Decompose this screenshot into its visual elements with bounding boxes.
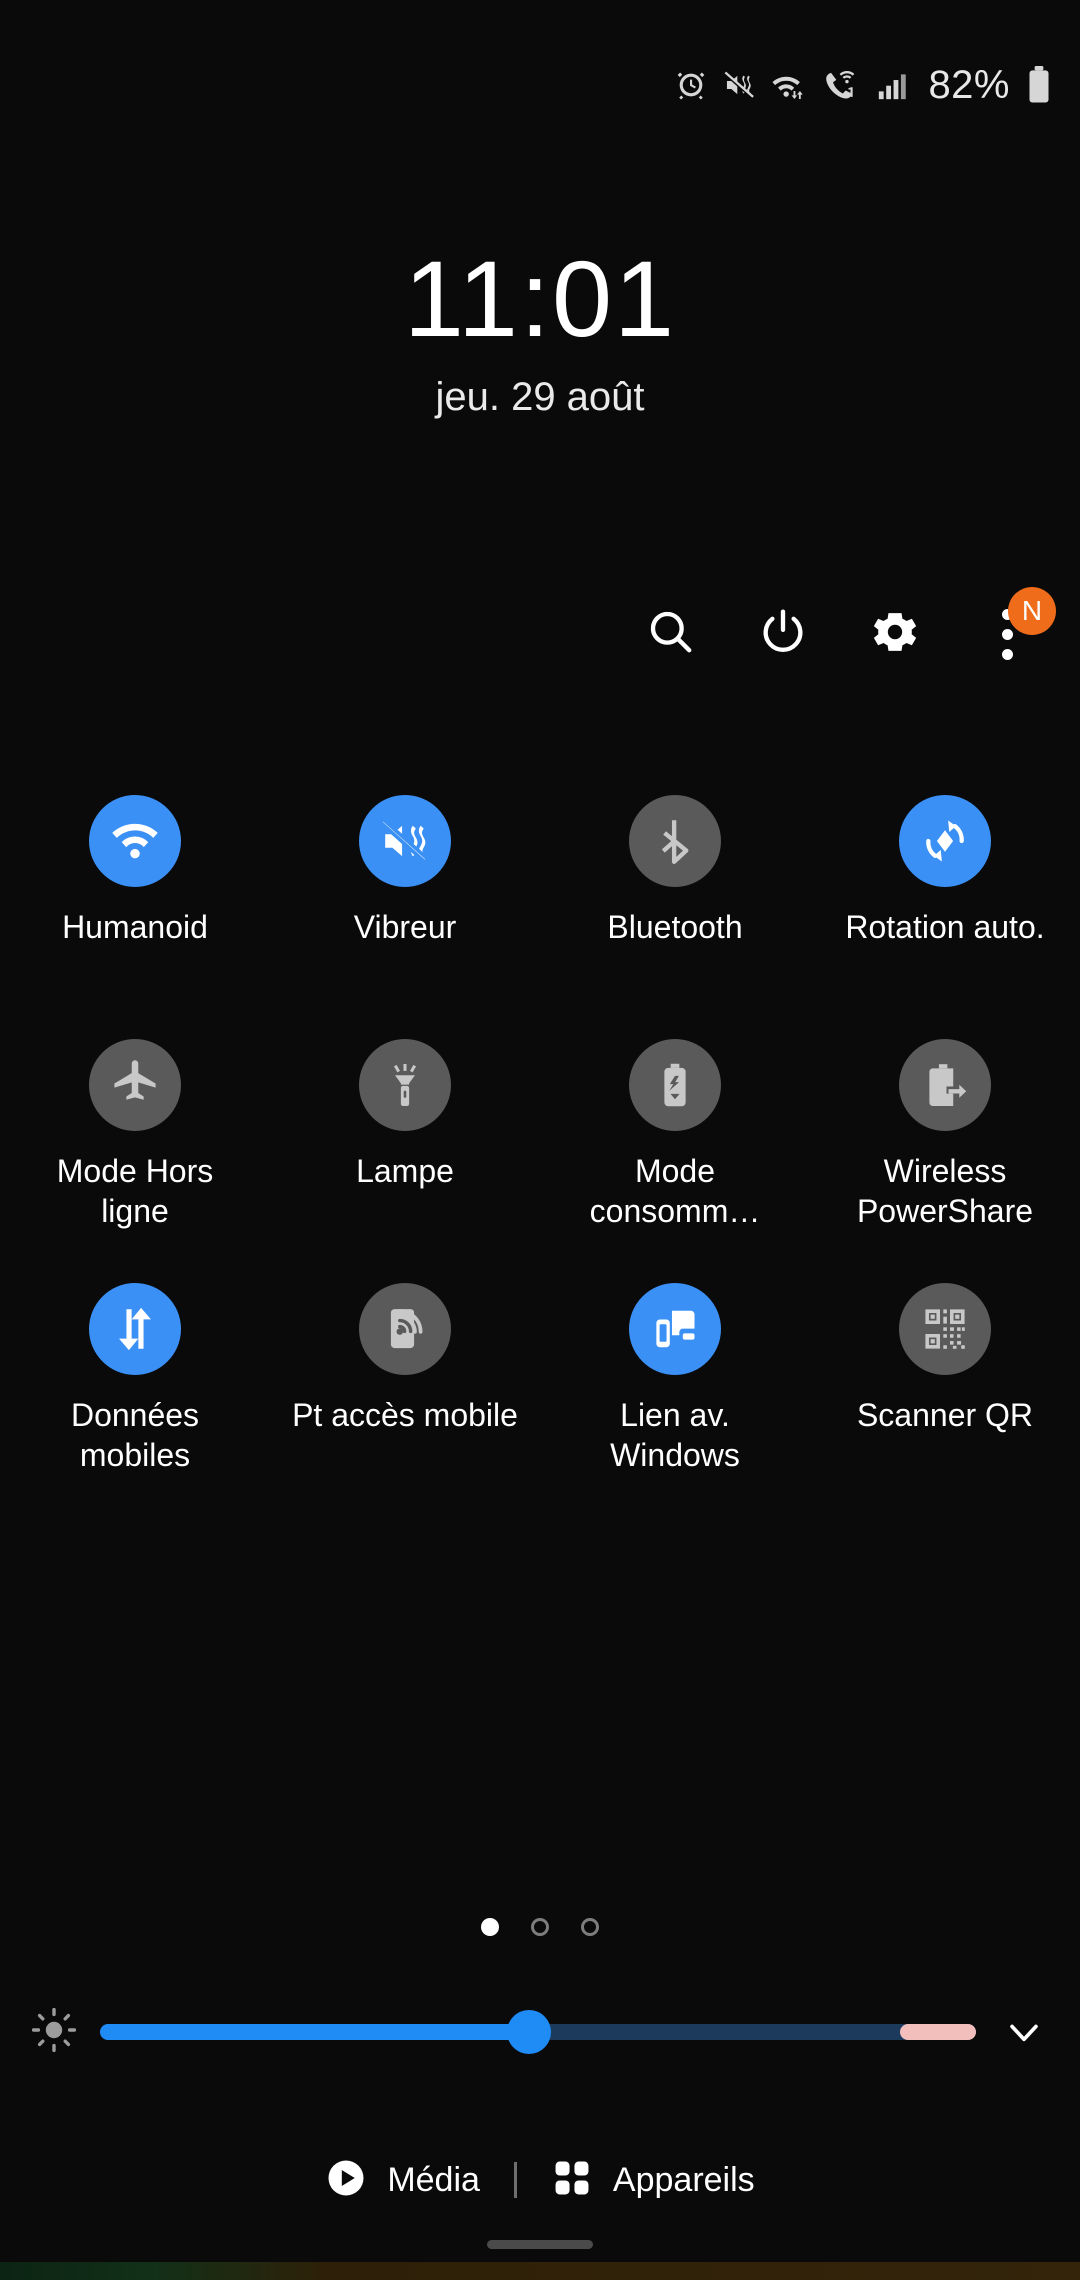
media-button[interactable]: Média bbox=[325, 2157, 480, 2204]
page-dot-3[interactable] bbox=[581, 1918, 599, 1936]
quick-settings-panel: 82% 11:01 jeu. 29 août N Humanoid Vibreu… bbox=[0, 0, 1080, 2280]
tile-label: Pt accès mobile bbox=[292, 1397, 518, 1433]
brightness-expand-button[interactable] bbox=[998, 2010, 1050, 2054]
signal-bars-icon bbox=[876, 68, 910, 102]
notification-badge: N bbox=[1008, 587, 1056, 635]
wifi-data-icon bbox=[770, 68, 808, 102]
more-options-button[interactable]: N bbox=[976, 587, 1056, 665]
tile-rotation-auto[interactable]: Rotation auto. bbox=[810, 795, 1080, 1039]
power-icon bbox=[757, 606, 809, 663]
navigation-handle[interactable] bbox=[487, 2240, 593, 2249]
gear-icon bbox=[868, 605, 922, 664]
tile-mode-hors-ligne[interactable]: Mode Hors ligne bbox=[0, 1039, 270, 1283]
mobile-data-icon bbox=[89, 1283, 181, 1375]
status-bar: 82% bbox=[0, 0, 1080, 170]
tile-label: Scanner QR bbox=[856, 1397, 1034, 1433]
power-button[interactable] bbox=[752, 603, 814, 665]
link-to-windows-icon bbox=[629, 1283, 721, 1375]
tile-label: Lampe bbox=[356, 1153, 454, 1189]
wallpaper-strip bbox=[0, 2262, 1080, 2280]
tile-lien-av-windows[interactable]: Lien av. Windows bbox=[540, 1283, 810, 1527]
clock-date[interactable]: jeu. 29 août bbox=[0, 375, 1080, 420]
tile-label: Données mobiles bbox=[70, 1397, 200, 1473]
devices-button[interactable]: Appareils bbox=[551, 2157, 755, 2204]
tile-label: Mode consomm… bbox=[589, 1153, 761, 1229]
qr-scanner-icon bbox=[899, 1283, 991, 1375]
tile-label: Wireless PowerShare bbox=[856, 1153, 1034, 1229]
vibrate-icon bbox=[359, 795, 451, 887]
tile-vibreur[interactable]: Vibreur bbox=[270, 795, 540, 1039]
page-dot-2[interactable] bbox=[531, 1918, 549, 1936]
flashlight-icon bbox=[359, 1039, 451, 1131]
brightness-slider-tail bbox=[900, 2024, 976, 2040]
wifi-icon bbox=[89, 795, 181, 887]
devices-grid-icon bbox=[551, 2157, 593, 2204]
brightness-slider-thumb[interactable] bbox=[507, 2010, 552, 2054]
play-circle-icon bbox=[325, 2157, 367, 2204]
tile-label: Humanoid bbox=[62, 909, 208, 945]
airplane-icon bbox=[89, 1039, 181, 1131]
hotspot-icon bbox=[359, 1283, 451, 1375]
wifi-calling-icon bbox=[822, 68, 862, 102]
brightness-slider-fill bbox=[100, 2024, 530, 2040]
tile-label: Mode Hors ligne bbox=[56, 1153, 214, 1229]
bottom-bar-divider bbox=[513, 2162, 517, 2198]
alarm-icon bbox=[674, 68, 708, 102]
tile-label: Bluetooth bbox=[607, 909, 743, 945]
brightness-row bbox=[0, 2000, 1080, 2064]
quick-actions-row: N bbox=[0, 587, 1080, 676]
power-saving-icon bbox=[629, 1039, 721, 1131]
tile-wireless-powershare[interactable]: Wireless PowerShare bbox=[810, 1039, 1080, 1283]
clock-block: 11:01 jeu. 29 août bbox=[0, 245, 1080, 420]
bluetooth-icon bbox=[629, 795, 721, 887]
tile-bluetooth[interactable]: Bluetooth bbox=[540, 795, 810, 1039]
search-button[interactable] bbox=[640, 603, 702, 665]
settings-button[interactable] bbox=[864, 603, 926, 665]
tile-lampe[interactable]: Lampe bbox=[270, 1039, 540, 1283]
clock-time[interactable]: 11:01 bbox=[0, 245, 1080, 353]
devices-label: Appareils bbox=[612, 2160, 755, 2199]
battery-icon bbox=[1026, 66, 1052, 104]
search-icon bbox=[645, 606, 697, 663]
quick-settings-tiles: Humanoid Vibreur Bluetooth Rotation auto… bbox=[0, 795, 1080, 1527]
tile-pt-acces-mobile[interactable]: Pt accès mobile bbox=[270, 1283, 540, 1527]
tile-scanner-qr[interactable]: Scanner QR bbox=[810, 1283, 1080, 1527]
brightness-slider[interactable] bbox=[100, 2010, 976, 2054]
vibrate-mute-icon bbox=[722, 68, 756, 102]
tile-label: Rotation auto. bbox=[845, 909, 1045, 945]
page-dot-1[interactable] bbox=[481, 1918, 499, 1936]
brightness-icon bbox=[30, 2006, 78, 2059]
tile-humanoid[interactable]: Humanoid bbox=[0, 795, 270, 1039]
bottom-bar: Média Appareils bbox=[0, 2140, 1080, 2220]
battery-percentage: 82% bbox=[928, 62, 1010, 107]
page-indicator bbox=[0, 1918, 1080, 1936]
tile-donnees-mobiles[interactable]: Données mobiles bbox=[0, 1283, 270, 1527]
tile-label: Vibreur bbox=[353, 909, 457, 945]
tile-label: Lien av. Windows bbox=[610, 1397, 740, 1473]
tile-mode-consommation[interactable]: Mode consomm… bbox=[540, 1039, 810, 1283]
media-label: Média bbox=[387, 2160, 480, 2199]
power-share-icon bbox=[899, 1039, 991, 1131]
auto-rotate-icon bbox=[899, 795, 991, 887]
